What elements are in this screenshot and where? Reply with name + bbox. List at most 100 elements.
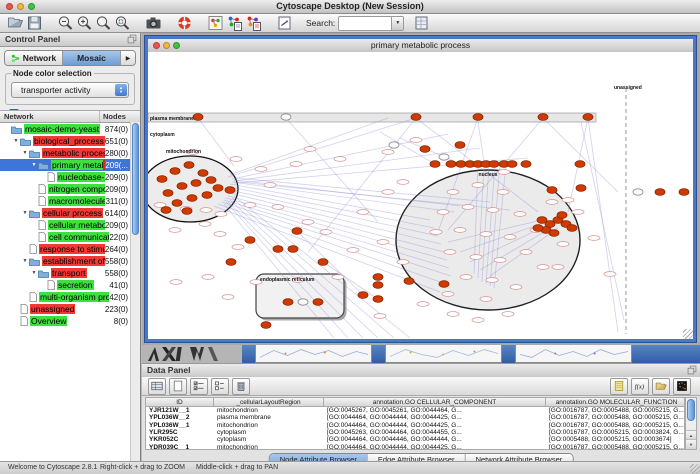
table-column-header[interactable]: annotation.GO MOLECULAR_FUNCTION <box>546 398 685 407</box>
tree-row-cellular-process[interactable]: ▼cellular process614(0) <box>0 207 140 219</box>
tree-row-response-to-stimul[interactable]: response to stimul264(0) <box>0 243 140 255</box>
search-input[interactable] <box>339 17 391 30</box>
float-panel-icon[interactable] <box>687 365 697 375</box>
tree-row-primary-metab[interactable]: ▼primary metab209(... <box>0 159 140 171</box>
table-cell: cytoplasm <box>214 436 324 443</box>
snapshot-icon[interactable] <box>145 15 162 31</box>
tree-row-mosaic-demo-yeast[interactable]: mosaic-demo-yeast874(0) <box>0 123 140 135</box>
import-network-icon[interactable] <box>226 15 243 31</box>
zoom-in-icon[interactable] <box>76 15 93 31</box>
network-view-title: primary metabolic process <box>148 39 693 52</box>
net-minimize-button[interactable] <box>163 42 170 49</box>
node-label-mark <box>382 190 394 195</box>
window-resize-grip[interactable] <box>683 329 693 339</box>
node-color-selection-label: Node color selection <box>11 69 94 78</box>
tree-row-secretion[interactable]: secretion41(0) <box>0 279 140 291</box>
tree-row-nucleobase-[interactable]: nucleobase-209(0) <box>0 171 140 183</box>
scroll-down-icon[interactable]: ▼ <box>686 439 696 449</box>
table-column-header[interactable]: _cellularLayoutRegion <box>214 398 324 407</box>
table-cell: YDR039C__1 <box>146 444 214 450</box>
minimized-network-thumbnail[interactable] <box>255 345 372 363</box>
tab-overflow-arrow-icon[interactable]: ▶ <box>121 51 135 65</box>
node-label-mark <box>442 292 454 297</box>
minimize-button[interactable] <box>17 3 24 10</box>
annotation-icon[interactable] <box>276 15 293 31</box>
control-panel: Control Panel Network Mosaic ▶ Node colo… <box>0 33 141 462</box>
tree-row-establishment-of-lo[interactable]: ▼establishment of lo558(0) <box>0 255 140 267</box>
net-close-button[interactable] <box>153 42 160 49</box>
unselected-node <box>298 299 308 305</box>
network-view-titlebar[interactable]: primary metabolic process <box>148 39 693 53</box>
unselect-attributes-icon[interactable] <box>211 378 229 395</box>
table-column-header[interactable]: ID <box>146 398 214 407</box>
delete-attribute-icon[interactable] <box>232 378 250 395</box>
notes-icon[interactable] <box>610 378 628 395</box>
tab-network[interactable]: Network <box>5 51 63 65</box>
tree-row-biological-process[interactable]: ▼biological_process651(0) <box>0 135 140 147</box>
tree-row-macromolecule[interactable]: macromolecule311(0) <box>0 195 140 207</box>
tree-row-multi-organism-pro[interactable]: multi-organism pro42(0) <box>0 291 140 303</box>
folder-icon <box>11 125 22 134</box>
tree-row-nitrogen-compo[interactable]: nitrogen compo209(0) <box>0 183 140 195</box>
tree-row-metabolic-process[interactable]: ▼metabolic process280(0) <box>0 147 140 159</box>
table-scrollbar-thumb[interactable] <box>687 399 695 421</box>
expand-arrow-icon[interactable]: ▼ <box>21 258 29 264</box>
search-dropdown-arrow-icon[interactable]: ▼ <box>391 17 403 30</box>
tree-column-network[interactable]: Network <box>0 111 100 122</box>
network-canvas-area[interactable]: plasma membranecytoplasmmitochondrionnuc… <box>148 52 693 339</box>
tree-column-nodes[interactable]: Nodes <box>100 111 140 122</box>
session-icon[interactable] <box>413 15 430 31</box>
expand-arrow-icon[interactable]: ▼ <box>21 210 29 216</box>
import-table-icon[interactable] <box>245 15 262 31</box>
save-icon[interactable] <box>26 15 43 31</box>
expand-arrow-icon[interactable]: ▼ <box>12 138 20 144</box>
expand-arrow-icon[interactable]: ▼ <box>30 270 38 276</box>
tree-row-cellular-metabo[interactable]: cellular metabo209(0) <box>0 219 140 231</box>
table-column-header[interactable]: annotation.GO CELLULAR_COMPONENT <box>324 398 546 407</box>
gene-node <box>273 246 283 253</box>
table-row[interactable]: YDR039C__1mitochondrion[GO:0044464, GO:0… <box>146 443 684 450</box>
table-row[interactable]: YPL036W__2plasma membrane[GO:0044464, GO… <box>146 414 684 421</box>
node-label-mark <box>502 312 514 317</box>
network-canvas[interactable]: plasma membranecytoplasmmitochondrionnuc… <box>148 52 693 339</box>
table-row[interactable]: YLR295Ccytoplasm[GO:0045263, GO:0044464,… <box>146 429 684 436</box>
gene-node <box>193 114 203 121</box>
open-attributes-icon[interactable] <box>652 378 670 395</box>
table-row[interactable]: YPL036W__1mitochondrion[GO:0044464, GO:0… <box>146 422 684 429</box>
formula-icon[interactable]: f(x) <box>631 378 649 395</box>
node-color-dropdown[interactable]: transporter activity ▲▼ <box>11 82 129 98</box>
vizmapper-icon[interactable] <box>207 15 224 31</box>
tree-row-overview[interactable]: Overview8(0) <box>0 315 140 327</box>
app-resize-grip[interactable] <box>690 464 700 474</box>
zoom-out-icon[interactable] <box>57 15 74 31</box>
zoom-selected-icon[interactable] <box>114 15 131 31</box>
expand-arrow-icon[interactable]: ▼ <box>21 150 29 156</box>
select-attributes-icon[interactable] <box>190 378 208 395</box>
close-button[interactable] <box>6 3 13 10</box>
new-attribute-icon[interactable] <box>169 378 187 395</box>
node-label-mark <box>302 220 314 225</box>
help-icon[interactable] <box>176 15 193 31</box>
table-row[interactable]: YJR121W__1mitochondrion[GO:0045267, GO:0… <box>146 407 684 414</box>
zoom-button[interactable] <box>28 3 35 10</box>
tree-row-cell-communicat[interactable]: cell communicat22(0) <box>0 231 140 243</box>
float-panel-icon[interactable] <box>127 34 137 44</box>
tree-scrollbar-thumb[interactable] <box>132 123 139 235</box>
tree-row-transport[interactable]: ▼transport558(0) <box>0 267 140 279</box>
table-row[interactable]: YKR052Ccytoplasm[GO:0044464, GO:0044446,… <box>146 436 684 443</box>
matrix-icon[interactable] <box>673 378 691 395</box>
minimized-network-thumbnail[interactable] <box>515 345 632 363</box>
open-icon[interactable] <box>7 15 24 31</box>
net-zoom-button[interactable] <box>173 42 180 49</box>
zoom-fit-icon[interactable] <box>95 15 112 31</box>
tree-row-unassigned[interactable]: unassigned223(0) <box>0 303 140 315</box>
gene-node <box>163 190 173 197</box>
file-icon <box>38 232 46 242</box>
minimized-network-thumbnail[interactable] <box>385 345 502 363</box>
expand-arrow-icon[interactable]: ▼ <box>30 162 38 168</box>
dropdown-stepper-icon: ▲▼ <box>115 84 127 96</box>
tab-mosaic[interactable]: Mosaic <box>63 51 121 65</box>
table-icon[interactable] <box>148 378 166 395</box>
table-header-row: ID_cellularLayoutRegionannotation.GO CEL… <box>146 398 684 407</box>
gene-node <box>161 207 171 214</box>
